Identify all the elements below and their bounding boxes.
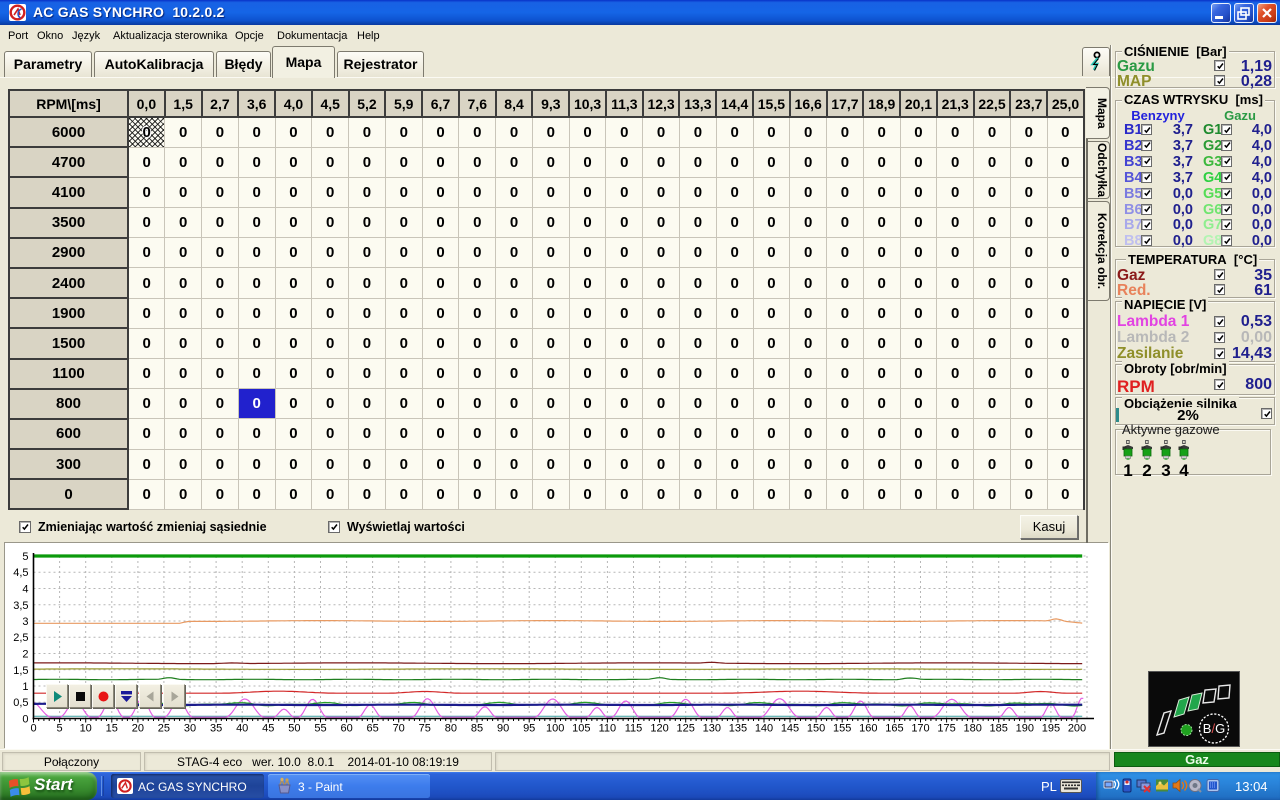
svg-text:185: 185 (990, 723, 1008, 735)
svg-text:160: 160 (859, 723, 877, 735)
svg-text:5: 5 (22, 551, 28, 563)
svg-text:75: 75 (419, 723, 431, 735)
svg-text:140: 140 (755, 723, 773, 735)
svg-text:155: 155 (833, 723, 851, 735)
svg-text:175: 175 (937, 723, 955, 735)
svg-text:120: 120 (650, 723, 668, 735)
svg-text:2: 2 (22, 649, 28, 661)
svg-text:165: 165 (885, 723, 903, 735)
svg-text:B/G: B/G (1203, 721, 1225, 736)
svg-text:35: 35 (210, 723, 222, 735)
svg-text:45: 45 (262, 723, 274, 735)
svg-text:145: 145 (781, 723, 799, 735)
svg-text:110: 110 (599, 723, 617, 735)
svg-text:200: 200 (1068, 723, 1086, 735)
svg-text:130: 130 (703, 723, 721, 735)
svg-text:80: 80 (445, 723, 457, 735)
svg-text:20: 20 (132, 723, 144, 735)
svg-text:4: 4 (22, 584, 28, 596)
svg-text:15: 15 (106, 723, 118, 735)
svg-text:195: 195 (1042, 723, 1060, 735)
svg-text:190: 190 (1016, 723, 1034, 735)
svg-text:50: 50 (288, 723, 300, 735)
svg-text:0: 0 (22, 714, 28, 726)
svg-text:100: 100 (546, 723, 564, 735)
svg-text:55: 55 (314, 723, 326, 735)
svg-text:70: 70 (393, 723, 405, 735)
svg-text:1: 1 (22, 681, 28, 693)
svg-text:170: 170 (911, 723, 929, 735)
svg-text:3,5: 3,5 (13, 600, 28, 612)
svg-text:3: 3 (22, 616, 28, 628)
svg-text:0: 0 (30, 723, 36, 735)
svg-text:60: 60 (340, 723, 352, 735)
svg-text:5: 5 (57, 723, 63, 735)
svg-text:2,5: 2,5 (13, 632, 28, 644)
svg-text:40: 40 (236, 723, 248, 735)
svg-text:1,5: 1,5 (13, 665, 28, 677)
svg-text:10: 10 (80, 723, 92, 735)
svg-text:115: 115 (625, 723, 643, 735)
svg-text:135: 135 (729, 723, 747, 735)
svg-text:95: 95 (523, 723, 535, 735)
svg-text:0,5: 0,5 (13, 697, 28, 709)
svg-text:90: 90 (497, 723, 509, 735)
svg-text:125: 125 (677, 723, 695, 735)
svg-text:65: 65 (366, 723, 378, 735)
svg-text:180: 180 (964, 723, 982, 735)
svg-text:105: 105 (572, 723, 590, 735)
svg-text:85: 85 (471, 723, 483, 735)
svg-text:4,5: 4,5 (13, 567, 28, 579)
svg-text:150: 150 (807, 723, 825, 735)
svg-text:25: 25 (158, 723, 170, 735)
svg-text:30: 30 (184, 723, 196, 735)
